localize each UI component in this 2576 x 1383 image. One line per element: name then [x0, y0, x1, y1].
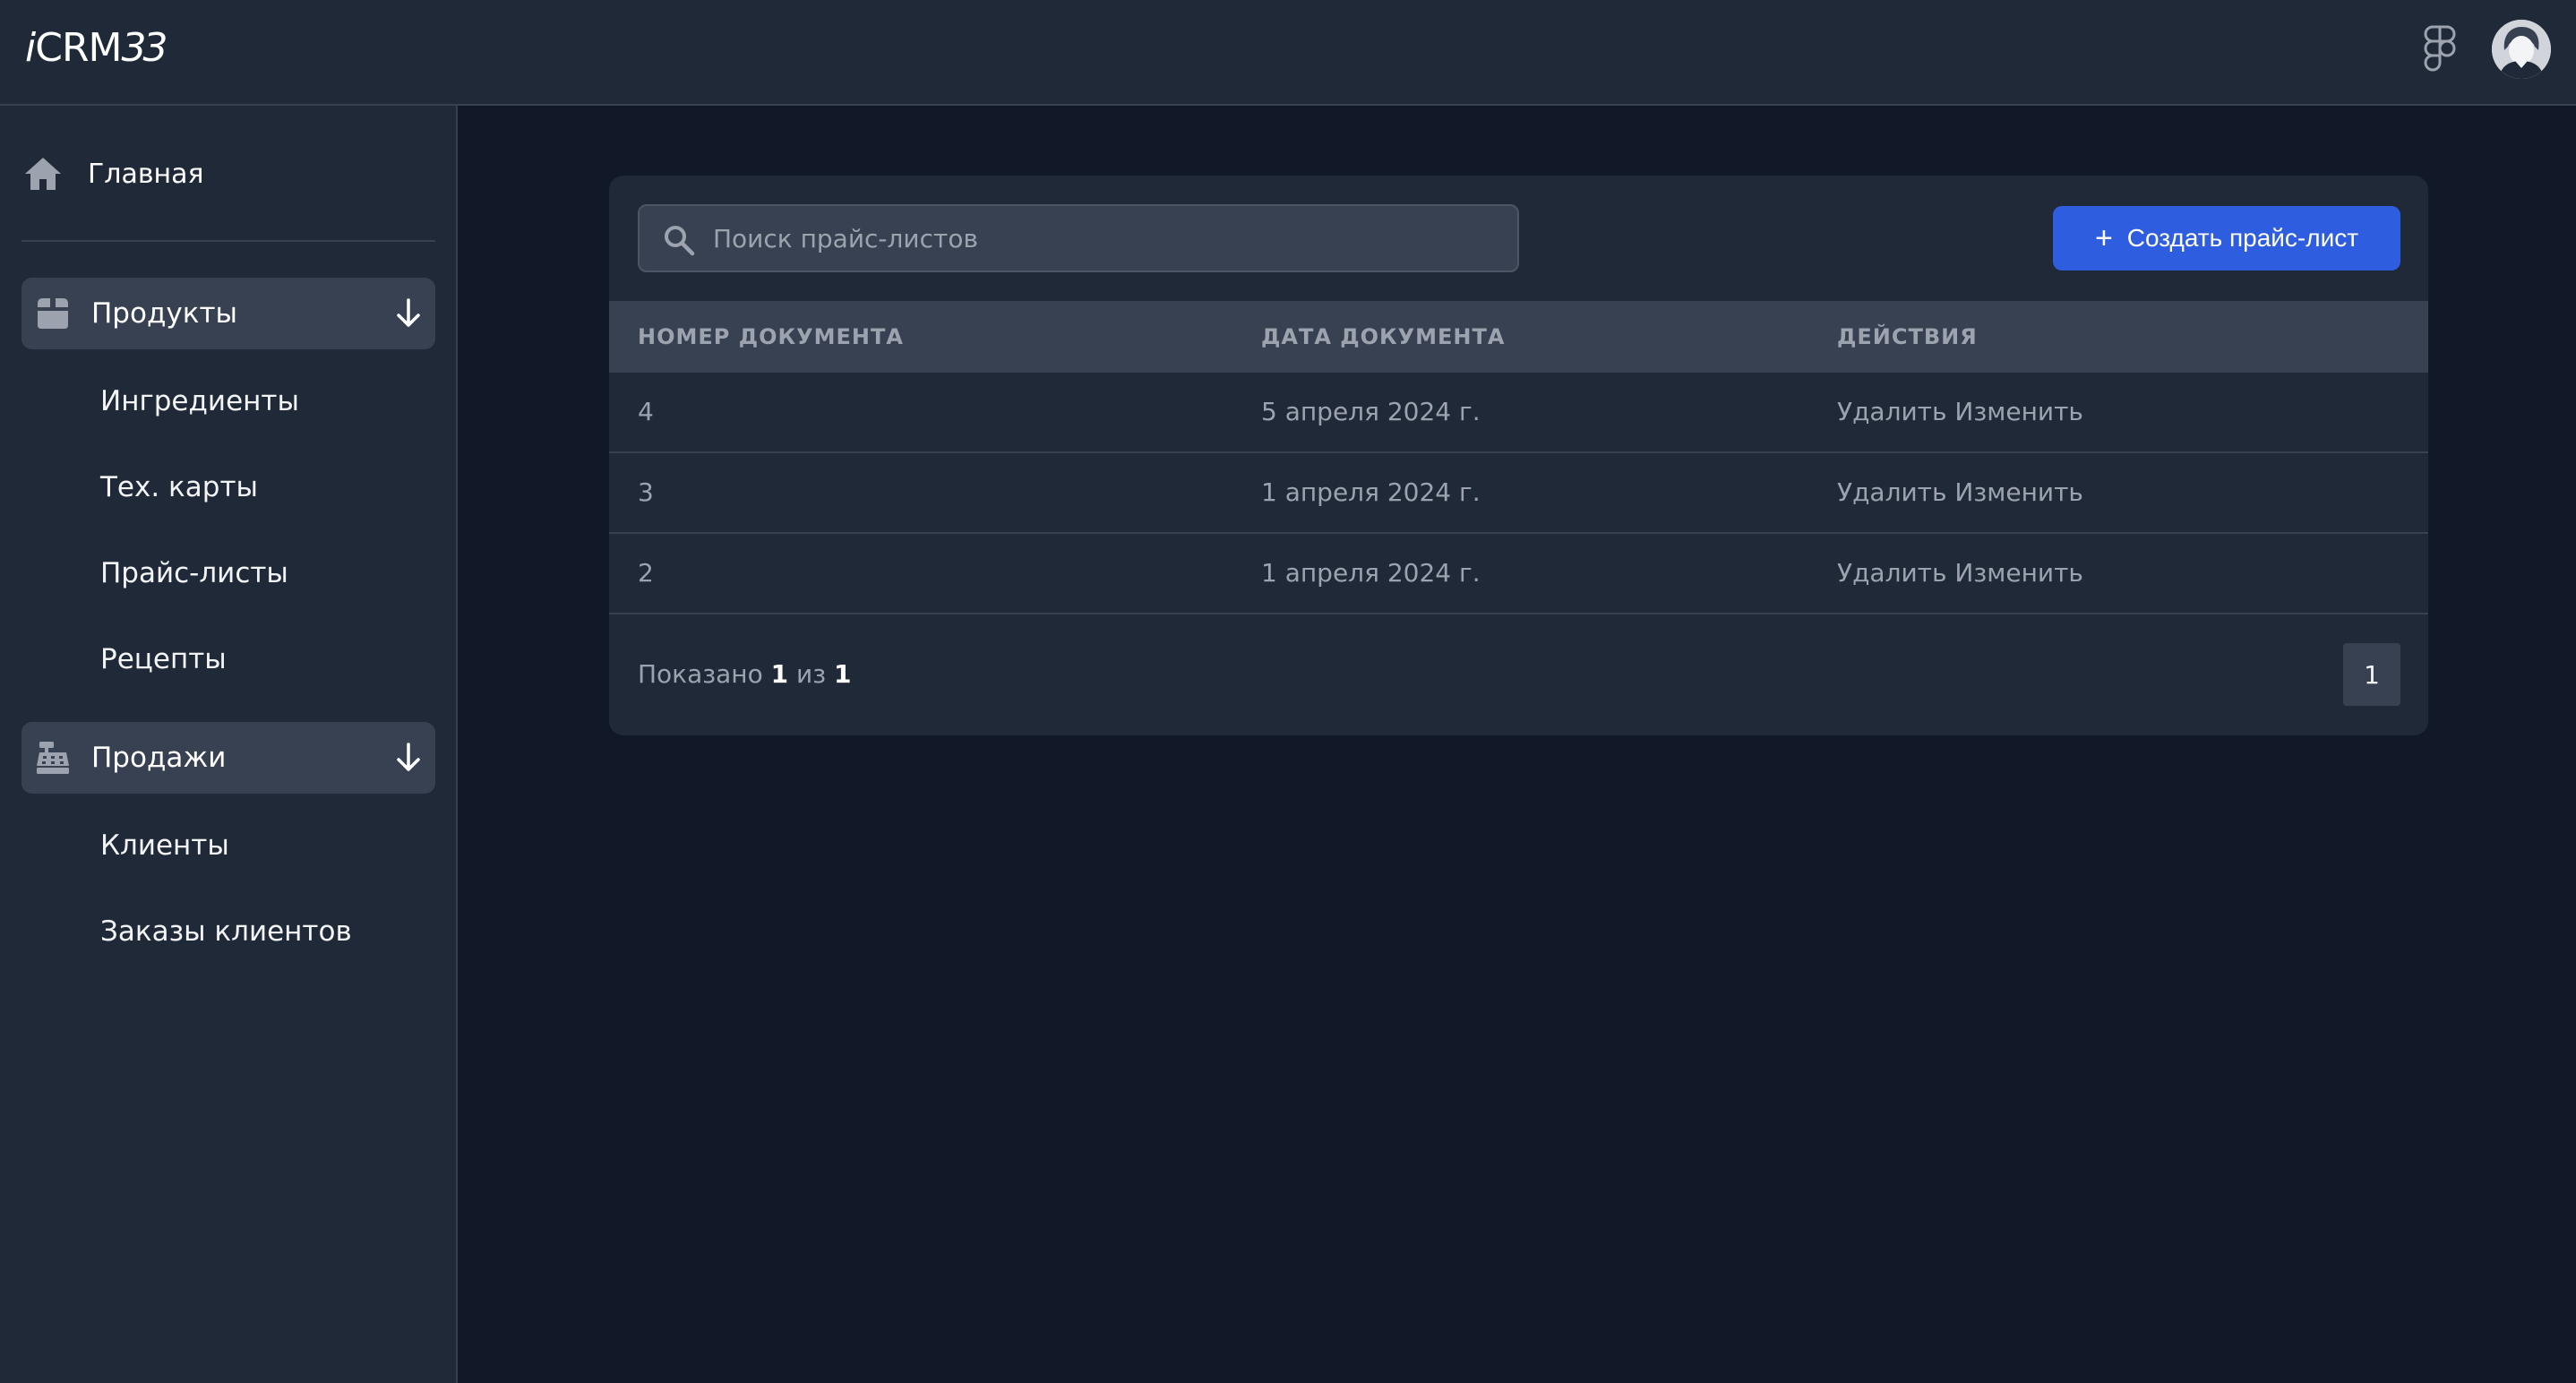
sidebar-item-recipes[interactable]: Рецепты: [100, 640, 227, 679]
document-date: 1 апреля 2024 г.: [1261, 477, 1481, 507]
column-header-actions: ДЕЙСТВИЯ: [1837, 324, 1978, 349]
row-actions: Удалить Изменить: [1837, 373, 2083, 451]
document-number: 2: [638, 558, 654, 588]
sidebar-group-label: Продажи: [91, 742, 227, 774]
figma-icon[interactable]: [2424, 25, 2456, 73]
top-bar: iCRM33: [0, 0, 2576, 106]
sidebar-item-client-orders[interactable]: Заказы клиентов: [100, 912, 352, 951]
edit-link[interactable]: Изменить: [1954, 558, 2083, 588]
document-date: 1 апреля 2024 г.: [1261, 558, 1481, 588]
price-lists-card: + Создать прайс-лист НОМЕР ДОКУМЕНТА ДАТ…: [609, 176, 2428, 735]
table-row[interactable]: 2 1 апреля 2024 г. Удалить Изменить: [609, 534, 2428, 614]
row-actions: Удалить Изменить: [1837, 534, 2083, 613]
sidebar-group-sales[interactable]: Продажи: [21, 722, 435, 794]
plus-icon: +: [2094, 221, 2113, 255]
create-price-list-button[interactable]: + Создать прайс-лист: [2053, 206, 2400, 271]
user-avatar-icon[interactable]: [2492, 20, 2551, 79]
delete-link[interactable]: Удалить: [1837, 397, 1947, 426]
sidebar-item-label: Главная: [88, 158, 204, 190]
column-header-date[interactable]: ДАТА ДОКУМЕНТА: [1261, 301, 1505, 373]
sidebar: Главная Продукты Ингредиенты Тех. карты …: [0, 106, 458, 1383]
sidebar-item-tech-cards[interactable]: Тех. карты: [100, 468, 258, 507]
box-icon: [38, 298, 68, 329]
delete-link[interactable]: Удалить: [1837, 477, 1947, 507]
search-icon: [665, 226, 695, 256]
document-date: 5 апреля 2024 г.: [1261, 397, 1481, 426]
search-input[interactable]: [711, 206, 1499, 271]
sidebar-item-price-lists[interactable]: Прайс-листы: [100, 554, 288, 593]
column-header-number[interactable]: НОМЕР ДОКУМЕНТА: [638, 301, 904, 373]
home-icon: [25, 158, 61, 190]
sidebar-item-home[interactable]: Главная: [21, 142, 435, 206]
sidebar-group-label: Продукты: [91, 297, 237, 330]
sidebar-group-products[interactable]: Продукты: [21, 278, 435, 349]
arrow-down-icon[interactable]: [394, 297, 423, 330]
create-button-label: Создать прайс-лист: [2126, 224, 2359, 252]
pagination-summary: Показано 1 из 1: [638, 659, 852, 689]
page-button-1[interactable]: 1: [2343, 643, 2400, 706]
document-number: 4: [638, 397, 654, 426]
sidebar-item-clients[interactable]: Клиенты: [100, 826, 229, 865]
app-logo[interactable]: iCRM33: [25, 21, 168, 75]
edit-link[interactable]: Изменить: [1954, 477, 2083, 507]
sidebar-divider: [21, 240, 435, 242]
delete-link[interactable]: Удалить: [1837, 558, 1947, 588]
sidebar-item-ingredients[interactable]: Ингредиенты: [100, 382, 299, 421]
table-row[interactable]: 4 5 апреля 2024 г. Удалить Изменить: [609, 373, 2428, 453]
document-number: 3: [638, 477, 654, 507]
search-box[interactable]: [638, 204, 1519, 272]
row-actions: Удалить Изменить: [1837, 453, 2083, 532]
table-row[interactable]: 3 1 апреля 2024 г. Удалить Изменить: [609, 453, 2428, 534]
arrow-down-icon[interactable]: [394, 742, 423, 774]
edit-link[interactable]: Изменить: [1954, 397, 2083, 426]
cash-register-icon: [37, 742, 69, 774]
table-header: НОМЕР ДОКУМЕНТА ДАТА ДОКУМЕНТА ДЕЙСТВИЯ: [609, 301, 2428, 373]
